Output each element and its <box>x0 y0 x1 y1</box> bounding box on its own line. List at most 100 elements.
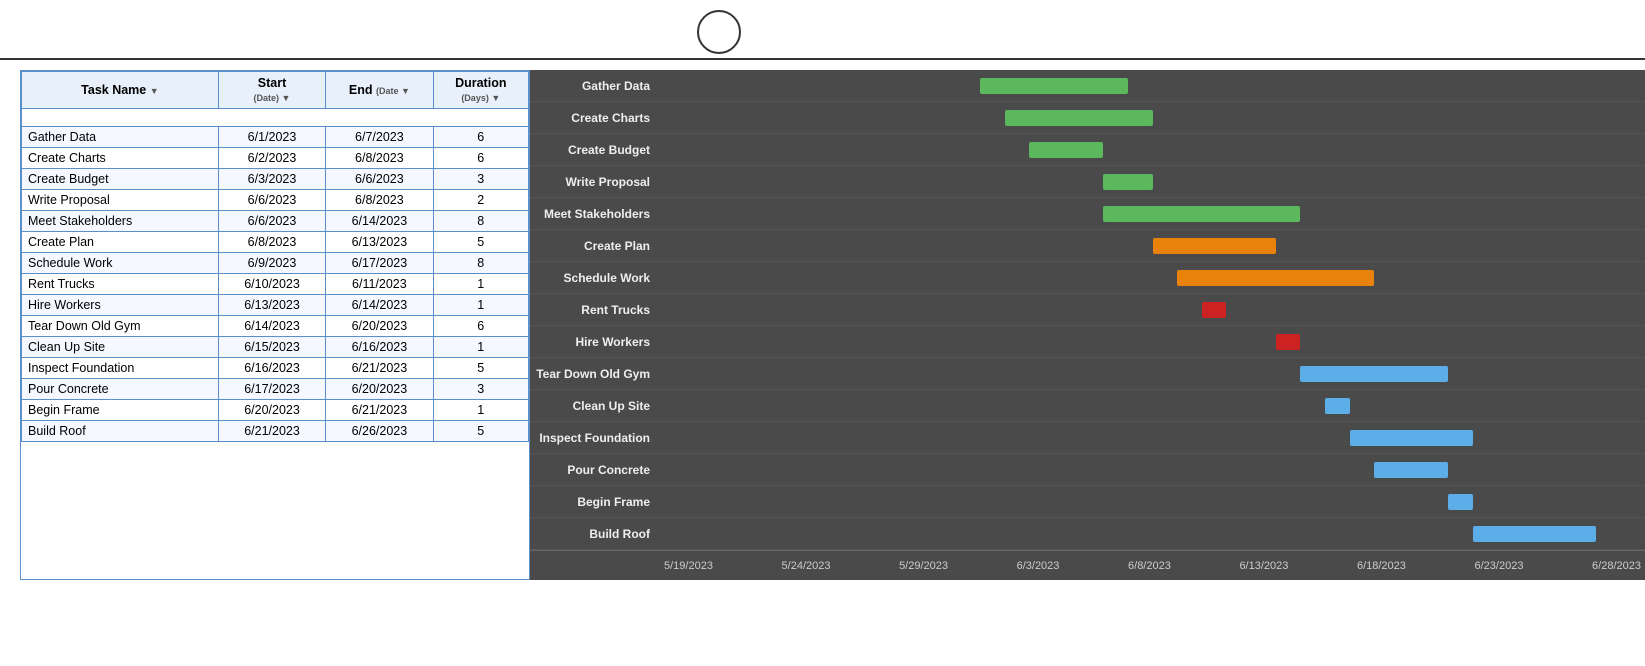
chart-task-label: Meet Stakeholders <box>530 207 660 221</box>
task-start-cell: 6/3/2023 <box>218 169 325 190</box>
task-start-cell: 6/21/2023 <box>218 421 325 442</box>
task-start-cell: 6/10/2023 <box>218 274 325 295</box>
task-end-cell: 6/8/2023 <box>326 148 433 169</box>
task-start-cell: 6/6/2023 <box>218 190 325 211</box>
gantt-bar <box>1202 302 1227 318</box>
task-end-cell: 6/20/2023 <box>326 316 433 337</box>
filter-icon-task[interactable]: ▼ <box>150 86 159 96</box>
chart-bar-area <box>660 326 1645 357</box>
chart-row: Rent Trucks <box>530 294 1645 326</box>
task-end-cell: 6/13/2023 <box>326 232 433 253</box>
chart-row: Create Charts <box>530 102 1645 134</box>
gantt-bar <box>1325 398 1350 414</box>
chart-task-label: Hire Workers <box>530 335 660 349</box>
chart-row: Hire Workers <box>530 326 1645 358</box>
gantt-bar <box>1448 494 1473 510</box>
task-dur-cell: 3 <box>433 379 528 400</box>
gantt-table: Task Name ▼ Start(Date) ▼ End (Date ▼ Du… <box>20 70 530 580</box>
chart-bar-area <box>660 390 1645 421</box>
table-row: Begin Frame 6/20/2023 6/21/2023 1 <box>22 400 529 421</box>
gantt-bar <box>1300 366 1448 382</box>
table-row: Gather Data 6/1/2023 6/7/2023 6 <box>22 127 529 148</box>
gantt-bar <box>1350 430 1473 446</box>
chart-bar-area <box>660 102 1645 133</box>
table-row: Hire Workers 6/13/2023 6/14/2023 1 <box>22 295 529 316</box>
task-end-cell: 6/20/2023 <box>326 379 433 400</box>
task-name-cell: Clean Up Site <box>22 337 219 358</box>
task-dur-cell: 1 <box>433 400 528 421</box>
chart-task-label: Pour Concrete <box>530 463 660 477</box>
table-row: Meet Stakeholders 6/6/2023 6/14/2023 8 <box>22 211 529 232</box>
chart-task-label: Inspect Foundation <box>530 431 660 445</box>
task-end-cell: 6/21/2023 <box>326 400 433 421</box>
task-name-cell: Inspect Foundation <box>22 358 219 379</box>
task-dur-cell: 1 <box>433 274 528 295</box>
filter-icon-dur[interactable]: (Days) ▼ <box>461 93 500 103</box>
axis-date-label: 5/29/2023 <box>899 560 948 572</box>
chart-row: Begin Frame <box>530 486 1645 518</box>
chart-bar-area <box>660 294 1645 325</box>
task-start-cell: 6/14/2023 <box>218 316 325 337</box>
task-name-cell: Schedule Work <box>22 253 219 274</box>
pm-logo <box>697 10 741 54</box>
task-dur-cell: 5 <box>433 358 528 379</box>
gantt-bar <box>1473 526 1596 542</box>
gantt-chart: Gather DataCreate ChartsCreate BudgetWri… <box>530 70 1645 580</box>
axis-date-label: 6/18/2023 <box>1357 560 1406 572</box>
task-start-cell: 6/1/2023 <box>218 127 325 148</box>
task-name-cell: Meet Stakeholders <box>22 211 219 232</box>
chart-row: Inspect Foundation <box>530 422 1645 454</box>
axis-date-label: 6/3/2023 <box>1017 560 1060 572</box>
axis-date-label: 6/28/2023 <box>1592 560 1641 572</box>
chart-task-label: Create Charts <box>530 111 660 125</box>
task-name-cell: Rent Trucks <box>22 274 219 295</box>
chart-row: Create Plan <box>530 230 1645 262</box>
chart-row: Build Roof <box>530 518 1645 550</box>
chart-bar-area <box>660 518 1645 549</box>
chart-row: Schedule Work <box>530 262 1645 294</box>
task-end-cell: 6/14/2023 <box>326 211 433 232</box>
chart-row: Tear Down Old Gym <box>530 358 1645 390</box>
chart-row: Pour Concrete <box>530 454 1645 486</box>
chart-bar-area <box>660 134 1645 165</box>
gantt-bar <box>1005 110 1153 126</box>
task-end-cell: 6/14/2023 <box>326 295 433 316</box>
filter-icon-end[interactable]: (Date ▼ <box>376 86 410 96</box>
task-dur-cell: 8 <box>433 253 528 274</box>
chart-task-label: Create Plan <box>530 239 660 253</box>
gantt-bar <box>1177 270 1374 286</box>
chart-bar-area <box>660 358 1645 389</box>
task-dur-cell: 8 <box>433 211 528 232</box>
task-name-cell: Pour Concrete <box>22 379 219 400</box>
task-start-cell: 6/15/2023 <box>218 337 325 358</box>
task-start-cell: 6/16/2023 <box>218 358 325 379</box>
task-start-cell: 6/9/2023 <box>218 253 325 274</box>
chart-task-label: Schedule Work <box>530 271 660 285</box>
gantt-bar <box>1276 334 1301 350</box>
task-name-cell: Gather Data <box>22 127 219 148</box>
axis-date-label: 6/8/2023 <box>1128 560 1171 572</box>
task-start-cell: 6/8/2023 <box>218 232 325 253</box>
chart-bar-area <box>660 70 1645 101</box>
table-row: Create Plan 6/8/2023 6/13/2023 5 <box>22 232 529 253</box>
task-end-cell: 6/6/2023 <box>326 169 433 190</box>
task-start-cell: 6/20/2023 <box>218 400 325 421</box>
col-header-start: Start(Date) ▼ <box>218 72 325 109</box>
header-center <box>697 10 749 54</box>
task-end-cell: 6/21/2023 <box>326 358 433 379</box>
gantt-bar <box>1374 462 1448 478</box>
task-start-cell: 6/6/2023 <box>218 211 325 232</box>
table-row: Clean Up Site 6/15/2023 6/16/2023 1 <box>22 337 529 358</box>
axis-date-label: 6/23/2023 <box>1475 560 1524 572</box>
axis-date-label: 5/24/2023 <box>782 560 831 572</box>
chart-row: Create Budget <box>530 134 1645 166</box>
col-header-task: Task Name ▼ <box>22 72 219 109</box>
chart-task-label: Clean Up Site <box>530 399 660 413</box>
chart-task-label: Begin Frame <box>530 495 660 509</box>
gantt-bar <box>1103 206 1300 222</box>
gantt-bar <box>980 78 1128 94</box>
table-row: Tear Down Old Gym 6/14/2023 6/20/2023 6 <box>22 316 529 337</box>
task-name-cell: Create Charts <box>22 148 219 169</box>
task-dur-cell: 6 <box>433 127 528 148</box>
filter-icon-start[interactable]: (Date) ▼ <box>254 93 291 103</box>
